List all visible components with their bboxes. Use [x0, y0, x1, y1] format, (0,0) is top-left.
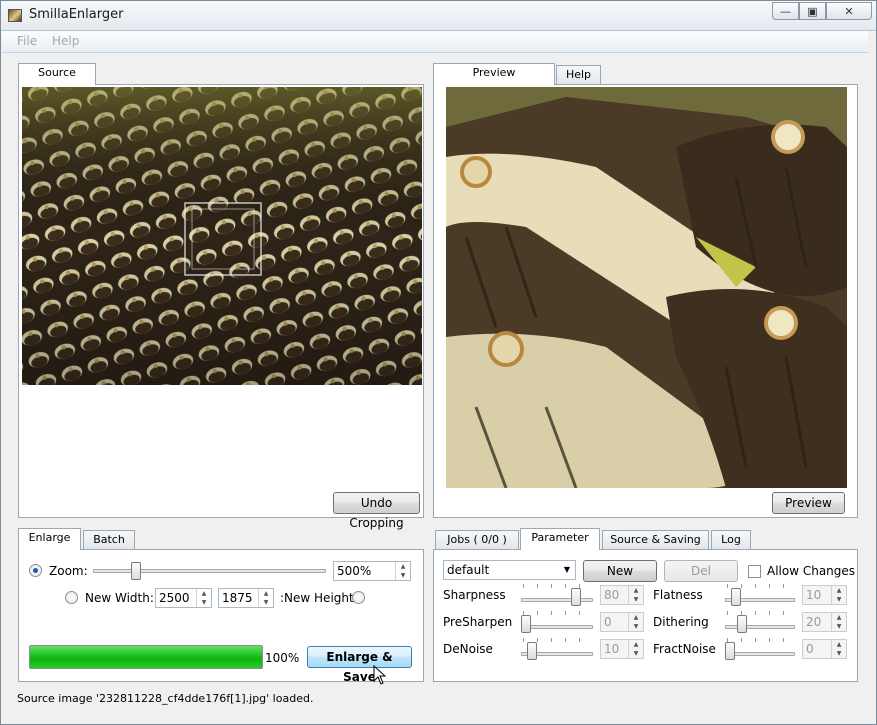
dithering-slider[interactable] [725, 625, 795, 629]
tab-source-saving[interactable]: Source & Saving [602, 530, 709, 550]
tab-help[interactable]: Help [556, 65, 601, 85]
preview-panel: Preview [433, 84, 858, 518]
tab-batch[interactable]: Batch [83, 530, 135, 550]
tab-parameter[interactable]: Parameter [520, 528, 600, 550]
flatness-spinbox[interactable]: 10 ▲ ▼ [802, 585, 847, 605]
presharpen-slider[interactable] [521, 625, 593, 629]
tab-log[interactable]: Log [711, 530, 751, 550]
app-icon [8, 9, 22, 22]
menu-help[interactable]: Help [52, 34, 79, 48]
new-height-label: :New Height [280, 591, 354, 605]
presharpen-slider-thumb[interactable] [521, 615, 531, 633]
sharpness-spinbox[interactable]: 80 ▲ ▼ [600, 585, 644, 605]
height-value: 1875 [222, 591, 253, 605]
denoise-label: DeNoise [443, 642, 493, 656]
minimize-button[interactable]: — [772, 2, 799, 20]
dithering-spinbox[interactable]: 20 ▲ ▼ [802, 612, 847, 632]
fractnoise-value: 0 [806, 642, 814, 656]
tab-source[interactable]: Source [18, 63, 96, 85]
maximize-button[interactable]: ▣ [799, 2, 826, 20]
fractnoise-label: FractNoise [653, 642, 716, 656]
progress-text: 100% [265, 651, 300, 665]
presharpen-value: 0 [604, 615, 612, 629]
zoom-value: 500% [337, 564, 372, 578]
zoom-label: Zoom: [49, 564, 88, 578]
zoom-radio[interactable] [29, 564, 42, 577]
denoise-spinbox[interactable]: 10 ▲ ▼ [600, 639, 644, 659]
tab-enlarge[interactable]: Enlarge [18, 528, 81, 550]
preset-dropdown[interactable]: default ▼ [443, 560, 576, 580]
preview-image [446, 87, 847, 488]
mouse-cursor-icon [373, 665, 387, 685]
fractnoise-spinbox[interactable]: 0 ▲ ▼ [802, 639, 847, 659]
width-spinbox[interactable]: 2500 ▲ ▼ [155, 588, 212, 608]
new-preset-button[interactable]: New [583, 560, 657, 582]
tab-preview[interactable]: Preview [433, 63, 555, 85]
title-bar[interactable]: SmillaEnlarger — ▣ ✕ [1, 1, 876, 31]
width-spin-arrows[interactable]: ▲ ▼ [196, 589, 211, 607]
chevron-down-icon: ▼ [563, 565, 570, 574]
dithering-value: 20 [806, 615, 822, 629]
presharpen-spinbox[interactable]: 0 ▲ ▼ [600, 612, 644, 632]
sharpness-slider-thumb[interactable] [570, 588, 581, 606]
tab-jobs[interactable]: Jobs ( 0/0 ) [435, 530, 519, 550]
new-width-label: New Width: [85, 591, 154, 605]
delete-preset-button[interactable]: Del [664, 560, 738, 582]
allow-changes-checkbox[interactable] [748, 565, 761, 578]
preview-button[interactable]: Preview [772, 492, 845, 514]
zoom-spinbox[interactable]: 500% ▲ ▼ [333, 561, 411, 581]
height-spin-arrows[interactable]: ▲ ▼ [258, 589, 273, 607]
sharpness-slider[interactable] [521, 598, 593, 602]
width-value: 2500 [159, 591, 190, 605]
dithering-label: Dithering [653, 615, 709, 629]
flatness-value: 10 [806, 588, 822, 602]
sharpness-value: 80 [604, 588, 620, 602]
zoom-spin-arrows[interactable]: ▲ ▼ [395, 562, 410, 580]
menu-bar: File Help [2, 31, 868, 53]
denoise-value: 10 [604, 642, 620, 656]
allow-changes-label: Allow Changes [767, 564, 856, 578]
app-window: SmillaEnlarger — ▣ ✕ File Help Source Un… [0, 0, 877, 725]
menu-file[interactable]: File [17, 34, 37, 48]
new-width-radio[interactable] [65, 591, 78, 604]
preset-value: default [447, 563, 490, 577]
progress-bar [29, 645, 263, 669]
zoom-slider-thumb[interactable] [130, 562, 141, 580]
zoom-slider[interactable] [93, 569, 326, 573]
presharpen-label: PreSharpen [443, 615, 513, 629]
new-height-radio[interactable] [352, 591, 365, 604]
dithering-slider-thumb[interactable] [737, 615, 747, 633]
undo-cropping-button[interactable]: Undo Cropping [333, 492, 420, 530]
source-panel: Undo Cropping [18, 84, 424, 530]
sharpness-label: Sharpness [443, 588, 506, 602]
flatness-slider-thumb[interactable] [731, 588, 741, 606]
status-bar: Source image '232811228_cf4dde176f[1].jp… [17, 692, 314, 705]
enlarge-save-button[interactable]: Enlarge & Save [307, 646, 412, 684]
denoise-slider-thumb[interactable] [527, 642, 538, 660]
source-image[interactable] [22, 87, 422, 385]
window-title: SmillaEnlarger [29, 7, 124, 22]
close-button[interactable]: ✕ [826, 2, 872, 20]
fractnoise-slider[interactable] [725, 652, 795, 656]
fractnoise-slider-thumb[interactable] [725, 642, 735, 660]
flatness-label: Flatness [653, 588, 703, 602]
height-spinbox[interactable]: 1875 ▲ ▼ [218, 588, 274, 608]
